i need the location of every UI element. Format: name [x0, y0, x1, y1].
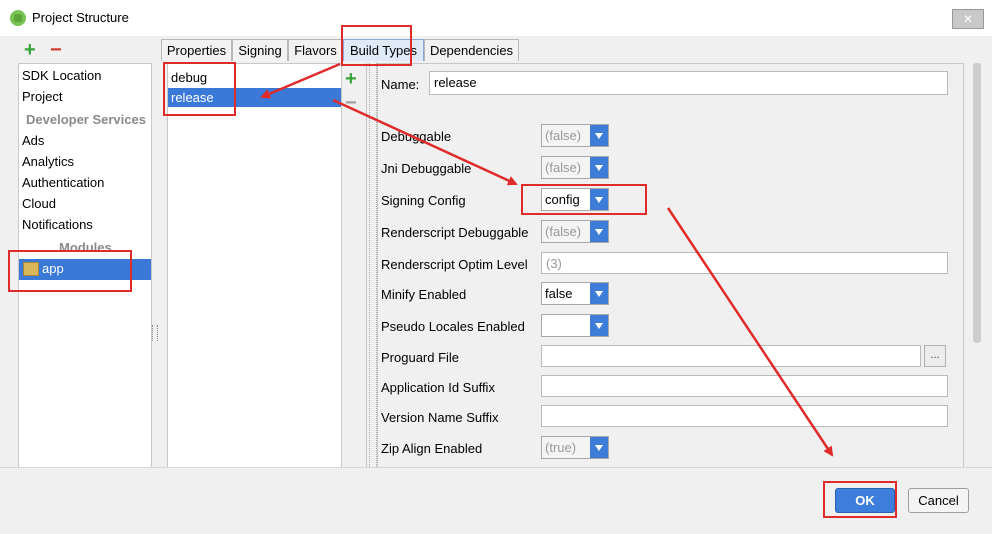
debuggable-label: Debuggable — [381, 129, 452, 144]
renderscript-debuggable-value: (false) — [545, 224, 582, 239]
signing-config-label: Signing Config — [381, 193, 466, 208]
name-label: Name: — [381, 77, 420, 92]
module-folder-icon — [23, 262, 39, 276]
version-name-suffix-label: Version Name Suffix — [381, 410, 499, 425]
signing-config-select[interactable]: config — [541, 188, 609, 211]
version-name-suffix-input[interactable] — [541, 405, 948, 427]
add-icon[interactable]: + — [24, 40, 36, 60]
tab-flavors[interactable]: Flavors — [288, 39, 343, 61]
configuration-list: SDK Location Project Developer Services … — [18, 63, 152, 469]
application-id-suffix-input[interactable] — [541, 375, 948, 397]
tab-properties[interactable]: Properties — [161, 39, 232, 61]
zip-align-enabled-select[interactable]: (true) — [541, 436, 609, 459]
tab-signing[interactable]: Signing — [232, 39, 288, 61]
tab-dependencies[interactable]: Dependencies — [424, 39, 519, 61]
jni-debuggable-select[interactable]: (false) — [541, 156, 609, 179]
list-item-sdk-location[interactable]: SDK Location — [22, 68, 102, 83]
build-types-toolbar: + − — [342, 63, 367, 467]
close-button[interactable]: ✕ — [952, 9, 984, 29]
remove-build-type-icon[interactable]: − — [345, 93, 357, 113]
list-item-project[interactable]: Project — [22, 89, 62, 104]
list-item-authentication[interactable]: Authentication — [22, 175, 104, 190]
android-studio-icon — [10, 10, 26, 26]
left-splitter[interactable] — [152, 325, 158, 341]
list-item-analytics[interactable]: Analytics — [22, 154, 74, 169]
build-type-release-row[interactable]: release — [168, 88, 341, 107]
minify-enabled-label: Minify Enabled — [381, 287, 467, 302]
build-type-debug[interactable]: debug — [171, 70, 207, 85]
browse-button[interactable]: ... — [924, 345, 946, 367]
zip-align-enabled-value: (true) — [545, 440, 577, 455]
title-bar — [0, 0, 992, 36]
add-build-type-icon[interactable]: + — [345, 69, 357, 89]
signing-config-value: config — [545, 192, 580, 207]
debuggable-value: (false) — [545, 128, 582, 143]
debuggable-select[interactable]: (false) — [541, 124, 609, 147]
list-item-notifications[interactable]: Notifications — [22, 217, 93, 232]
developer-services-header: Developer Services — [26, 112, 146, 127]
build-types-list: debug release — [167, 63, 342, 469]
application-id-suffix-label: Application Id Suffix — [381, 380, 495, 395]
cancel-button[interactable]: Cancel — [908, 488, 969, 513]
jni-debuggable-label: Jni Debuggable — [381, 161, 472, 176]
modules-header: Modules — [59, 240, 112, 255]
minify-enabled-value: false — [545, 286, 573, 301]
tab-build-types[interactable]: Build Types — [343, 39, 424, 61]
chevron-down-icon — [590, 437, 608, 458]
chevron-down-icon — [590, 221, 608, 242]
pseudo-locales-enabled-label: Pseudo Locales Enabled — [381, 319, 525, 334]
minify-enabled-select[interactable]: false — [541, 282, 609, 305]
middle-splitter[interactable] — [369, 63, 377, 467]
ok-button[interactable]: OK — [835, 488, 895, 513]
list-item-ads[interactable]: Ads — [22, 133, 44, 148]
chevron-down-icon — [590, 189, 608, 210]
chevron-down-icon — [590, 283, 608, 304]
renderscript-debuggable-select[interactable]: (false) — [541, 220, 609, 243]
proguard-file-label: Proguard File — [381, 350, 460, 365]
build-type-release: release — [171, 90, 214, 105]
scrollbar-thumb[interactable] — [973, 63, 981, 343]
renderscript-optim-level-input[interactable]: (3) — [541, 252, 948, 274]
jni-debuggable-value: (false) — [545, 160, 582, 175]
renderscript-debuggable-label: Renderscript Debuggable — [381, 225, 529, 240]
chevron-down-icon — [590, 315, 608, 336]
zip-align-enabled-label: Zip Align Enabled — [381, 441, 483, 456]
name-input[interactable]: release — [429, 71, 948, 95]
list-item-cloud[interactable]: Cloud — [22, 196, 56, 211]
module-label: app — [42, 261, 64, 276]
window-title: Project Structure — [32, 10, 129, 25]
proguard-file-input[interactable] — [541, 345, 921, 367]
pseudo-locales-enabled-select[interactable] — [541, 314, 609, 337]
chevron-down-icon — [590, 157, 608, 178]
chevron-down-icon — [590, 125, 608, 146]
list-item-app[interactable]: app — [19, 259, 151, 280]
remove-icon[interactable]: − — [50, 40, 62, 60]
renderscript-optim-level-label: Renderscript Optim Level — [381, 257, 528, 272]
